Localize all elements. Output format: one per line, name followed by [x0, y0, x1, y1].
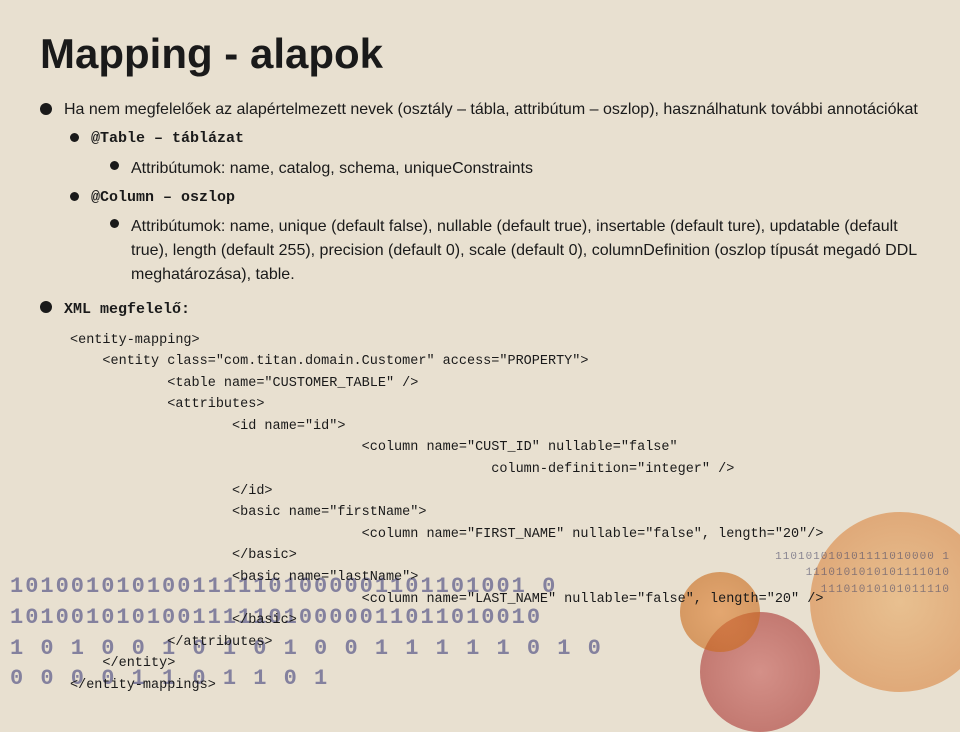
xml-line-3: <table name="CUSTOMER_TABLE" />	[70, 373, 920, 395]
xml-line-8: </id>	[70, 481, 920, 503]
xml-line-11: </basic>	[70, 545, 920, 567]
xml-line-16: </entity>	[70, 653, 920, 675]
column-bullet-dot	[70, 192, 79, 201]
xml-label-text: XML megfelelő:	[64, 301, 190, 318]
table-annotation-bullet: @Table – táblázat	[70, 128, 920, 151]
xml-line-14: </basic>	[70, 610, 920, 632]
xml-line-17: </entity-mappings>	[70, 675, 920, 697]
column-sub-bullet: Attribútumok: name, unique (default fals…	[110, 215, 920, 287]
xml-line-5: <id name="id">	[70, 416, 920, 438]
xml-label: XML megfelelő:	[64, 297, 190, 322]
xml-bullet: XML megfelelő:	[40, 297, 920, 322]
table-sub-bullet: Attribútumok: name, catalog, schema, uni…	[110, 157, 920, 181]
column-attribs: Attribútumok: name, unique (default fals…	[131, 215, 920, 287]
xml-line-13: <column name="LAST_NAME" nullable="false…	[70, 589, 920, 611]
xml-line-4: <attributes>	[70, 394, 920, 416]
xml-line-12: <basic name="lastName">	[70, 567, 920, 589]
xml-line-6: <column name="CUST_ID" nullable="false"	[70, 437, 920, 459]
xml-line-2: <entity class="com.titan.domain.Customer…	[70, 351, 920, 373]
table-annotation-label: @Table – táblázat	[91, 128, 244, 151]
xml-code-block: <entity-mapping> <entity class="com.tita…	[70, 330, 920, 697]
page-title: Mapping - alapok	[40, 30, 920, 78]
column-annotation-bullet: @Column – oszlop	[70, 187, 920, 210]
column-annotation-label: @Column – oszlop	[91, 187, 235, 210]
xml-bullet-dot	[40, 301, 52, 313]
table-bullet-dot	[70, 133, 79, 142]
intro-text: Ha nem megfelelőek az alapértelmezett ne…	[64, 98, 918, 122]
xml-line-7: column-definition="integer" />	[70, 459, 920, 481]
xml-section: XML megfelelő: <entity-mapping> <entity …	[40, 297, 920, 697]
main-content: Mapping - alapok Ha nem megfelelőek az a…	[0, 0, 960, 717]
intro-bullet: Ha nem megfelelőek az alapértelmezett ne…	[40, 98, 920, 122]
xml-line-1: <entity-mapping>	[70, 330, 920, 352]
column-sub-dot	[110, 219, 119, 228]
xml-line-15: </attributes>	[70, 632, 920, 654]
bullet-dot	[40, 103, 52, 115]
xml-line-9: <basic name="firstName">	[70, 502, 920, 524]
table-attribs: Attribútumok: name, catalog, schema, uni…	[131, 157, 533, 181]
table-sub-dot	[110, 161, 119, 170]
xml-line-10: <column name="FIRST_NAME" nullable="fals…	[70, 524, 920, 546]
